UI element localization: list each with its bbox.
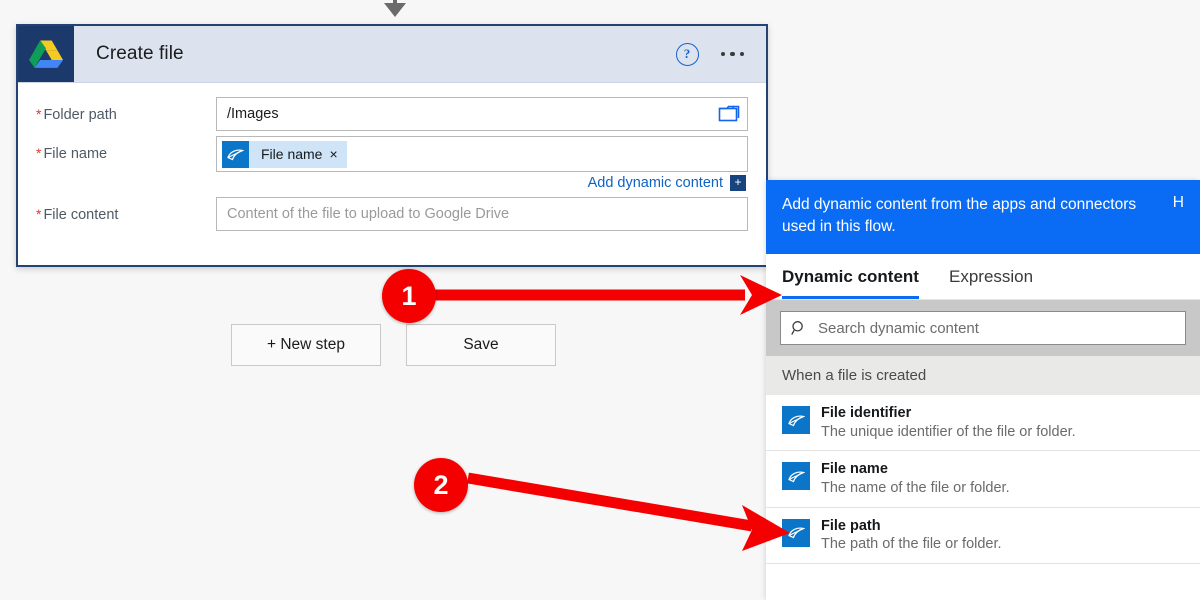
search-placeholder: Search dynamic content — [818, 319, 979, 337]
add-dynamic-content-plus-button[interactable]: + — [730, 175, 746, 191]
search-band: Search dynamic content — [766, 300, 1200, 356]
callout-text: Add dynamic content from the apps and co… — [782, 196, 1137, 235]
help-circle-icon[interactable]: ? — [675, 42, 699, 66]
label-text: Folder path — [43, 107, 117, 123]
panel-tabs: Dynamic content Expression — [766, 254, 1200, 300]
google-drive-icon — [18, 26, 74, 82]
dynamic-content-token-icon — [222, 140, 249, 168]
tab-expression[interactable]: Expression — [949, 267, 1033, 299]
token-remove-icon[interactable]: × — [329, 146, 346, 162]
dynamic-content-callout: Add dynamic content from the apps and co… — [766, 180, 1200, 254]
field-label-file-name: * File name — [36, 136, 216, 162]
label-text: File name — [43, 146, 108, 162]
ellipsis-icon[interactable] — [720, 51, 744, 57]
list-item-name: File name — [821, 461, 888, 478]
label-text: File content — [43, 207, 119, 223]
token-label: File name — [261, 146, 323, 162]
field-label-file-content: * File content — [36, 197, 216, 223]
search-icon — [791, 321, 803, 335]
create-file-action-card: Create file ? * Folder path /Images * Fi… — [16, 24, 768, 267]
required-asterisk: * — [36, 145, 42, 161]
tab-dynamic-content[interactable]: Dynamic content — [782, 267, 919, 299]
list-item-description: The name of the file or folder. — [821, 479, 1010, 496]
add-dynamic-content-link[interactable]: Add dynamic content — [588, 175, 723, 191]
dynamic-content-panel: Add dynamic content from the apps and co… — [766, 180, 1200, 600]
list-item-description: The unique identifier of the file or fol… — [821, 423, 1076, 440]
dynamic-content-token-icon — [782, 462, 810, 491]
annotation-badge-1: 1 — [382, 269, 436, 323]
file-name-input[interactable]: File name × — [216, 136, 748, 172]
list-item-name: File path — [821, 517, 881, 534]
flow-connector-arrow-icon — [384, 0, 406, 17]
list-item[interactable]: File name The name of the file or folder… — [766, 451, 1200, 508]
card-title: Create file — [96, 43, 184, 64]
folder-picker-icon[interactable] — [718, 104, 740, 124]
card-body: * Folder path /Images * File name File n… — [18, 83, 766, 231]
list-item-name: File identifier — [821, 405, 912, 421]
required-asterisk: * — [36, 206, 42, 222]
card-header: Create file ? — [18, 26, 766, 83]
search-dynamic-content-input[interactable]: Search dynamic content — [780, 311, 1186, 345]
dynamic-content-group-header: When a file is created — [766, 356, 1200, 395]
list-item[interactable]: File identifier The unique identifier of… — [766, 395, 1200, 452]
action-button-row: + New step Save — [231, 324, 556, 366]
folder-path-input[interactable]: /Images — [216, 97, 748, 131]
file-content-input[interactable]: Content of the file to upload to Google … — [216, 197, 748, 231]
dynamic-content-token[interactable]: File name × — [222, 140, 347, 168]
required-asterisk: * — [36, 106, 42, 122]
dynamic-content-token-icon — [782, 518, 810, 547]
field-file-name: * File name File name × Add dynamic cont… — [36, 136, 748, 191]
list-item[interactable]: File path The path of the file or folder… — [766, 508, 1200, 565]
dynamic-content-token-icon — [782, 406, 810, 434]
list-item-description: The path of the file or folder. — [821, 536, 1002, 553]
save-button[interactable]: Save — [406, 324, 556, 366]
annotation-badge-2: 2 — [414, 458, 468, 512]
callout-hide-link[interactable]: H — [1173, 194, 1184, 212]
field-file-content: * File content Content of the file to upl… — [36, 197, 748, 231]
field-control-folder-path: /Images — [216, 97, 748, 131]
card-header-actions: ? — [675, 42, 767, 66]
add-dynamic-content-row: Add dynamic content + — [216, 175, 748, 191]
field-folder-path: * Folder path /Images — [36, 97, 748, 131]
screenshot-root: Create file ? * Folder path /Images * Fi… — [0, 0, 1200, 600]
new-step-button[interactable]: + New step — [231, 324, 381, 366]
field-control-file-name: File name × Add dynamic content + — [216, 136, 748, 191]
field-control-file-content: Content of the file to upload to Google … — [216, 197, 748, 231]
field-label-folder-path: * Folder path — [36, 97, 216, 123]
